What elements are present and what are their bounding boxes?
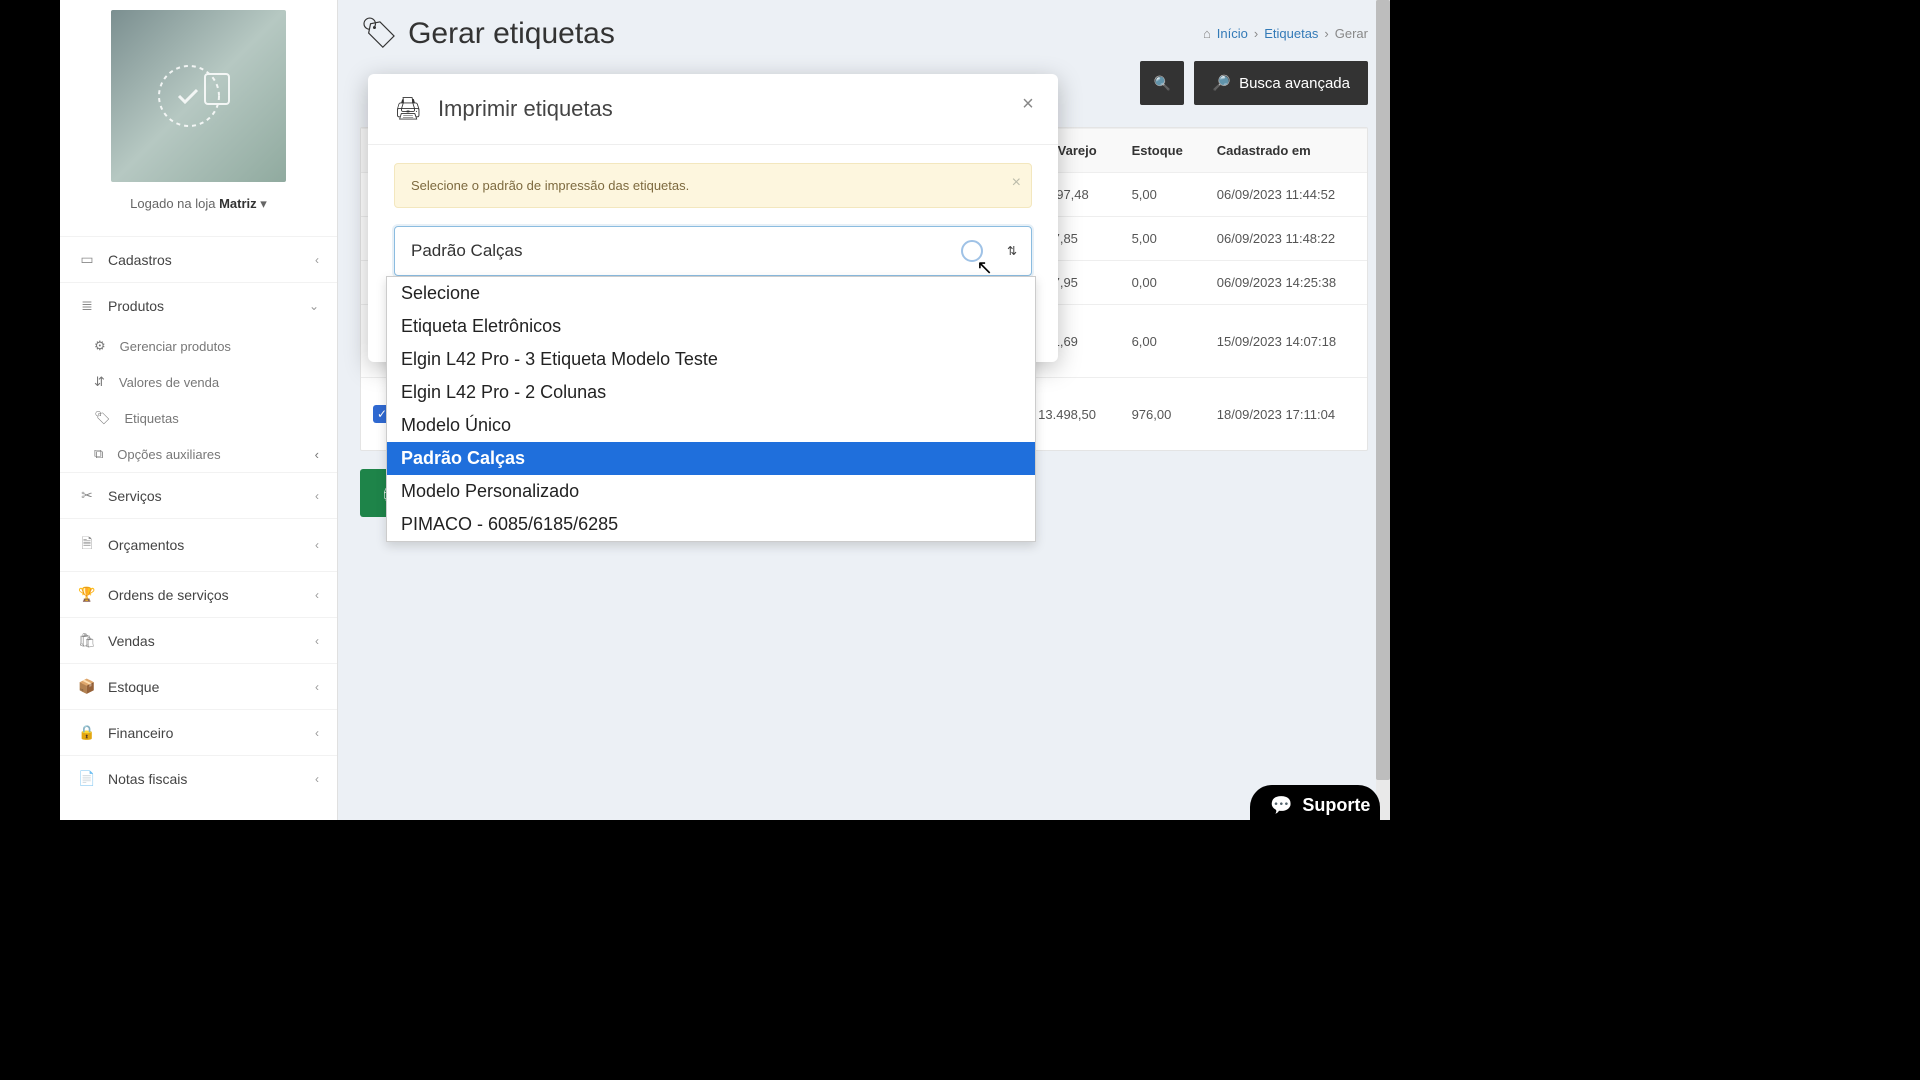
chat-icon: 💬	[1270, 795, 1292, 816]
opt-personal[interactable]: Modelo Personalizado	[387, 475, 1035, 508]
select-value: Padrão Calças	[411, 241, 523, 260]
modal-header: 🖨 Imprimir etiquetas ×	[368, 74, 1058, 145]
pattern-dropdown[interactable]: Selecione Etiqueta Eletrônicos Elgin L42…	[386, 276, 1036, 542]
alert-text: Selecione o padrão de impressão das etiq…	[411, 178, 689, 193]
modal-alert: Selecione o padrão de impressão das etiq…	[394, 163, 1032, 208]
modal-layer: 🖨 Imprimir etiquetas × Selecione o padrã…	[0, 0, 1920, 1080]
support-label: Suporte	[1302, 795, 1370, 816]
opt-elgin3[interactable]: Elgin L42 Pro - 3 Etiqueta Modelo Teste	[387, 343, 1035, 376]
opt-calcas[interactable]: Padrão Calças	[387, 442, 1035, 475]
opt-selecione[interactable]: Selecione	[387, 277, 1035, 310]
modal-title: Imprimir etiquetas	[438, 96, 613, 122]
support-widget[interactable]: 💬 Suporte	[1250, 785, 1380, 846]
opt-pimaco[interactable]: PIMACO - 6085/6185/6285	[387, 508, 1035, 541]
alert-dismiss[interactable]: ×	[1012, 174, 1021, 192]
modal-close-button[interactable]: ×	[1016, 92, 1040, 116]
opt-eletronicos[interactable]: Etiqueta Eletrônicos	[387, 310, 1035, 343]
opt-unico[interactable]: Modelo Único	[387, 409, 1035, 442]
opt-elgin2[interactable]: Elgin L42 Pro - 2 Colunas	[387, 376, 1035, 409]
pattern-select[interactable]: Padrão Calças ↖ ⇅	[394, 226, 1032, 276]
print-icon: 🖨	[394, 96, 422, 122]
caret-updown-icon: ⇅	[1007, 244, 1017, 258]
